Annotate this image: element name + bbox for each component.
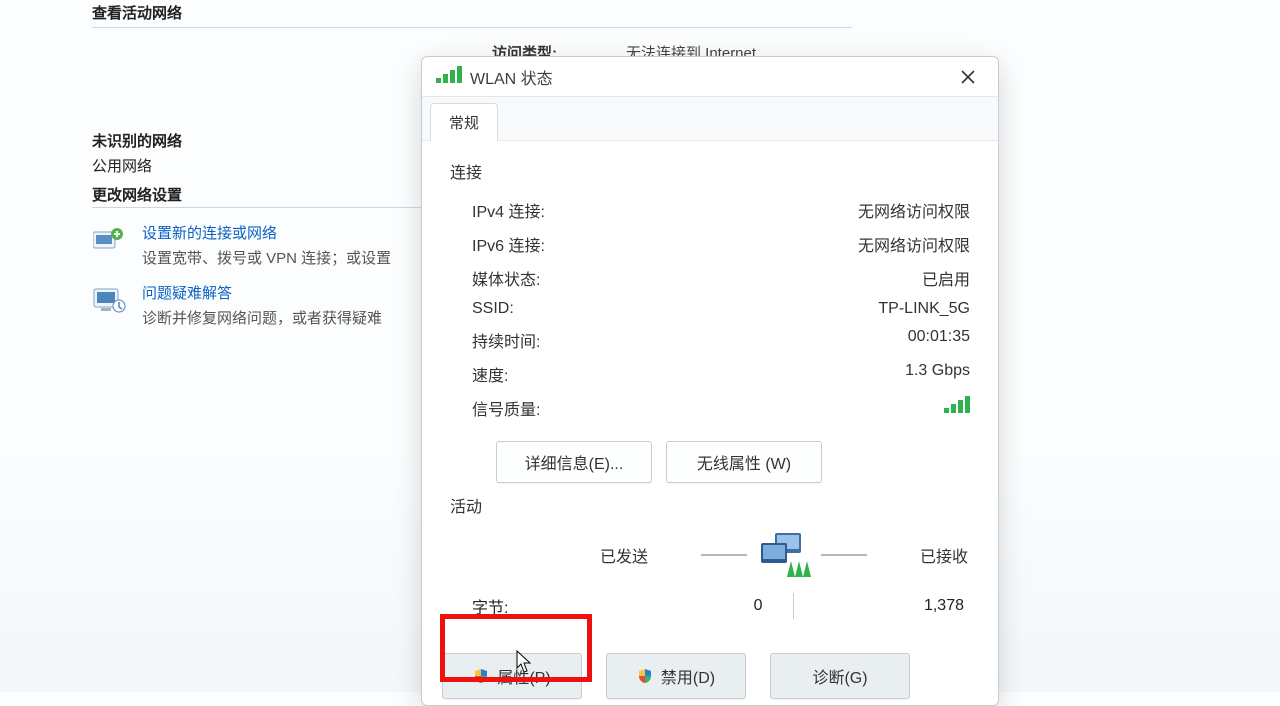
close-button[interactable] bbox=[948, 61, 988, 93]
wireless-properties-button[interactable]: 无线属性 (W) bbox=[666, 441, 822, 483]
shield-icon bbox=[473, 668, 489, 684]
activity-icon bbox=[701, 533, 867, 577]
details-button[interactable]: 详细信息(E)... bbox=[496, 441, 652, 483]
wifi-icon bbox=[436, 66, 462, 87]
properties-button[interactable]: 属性(P) bbox=[442, 653, 582, 699]
duration-value: 00:01:35 bbox=[908, 328, 970, 352]
ipv4-label: IPv4 连接: bbox=[472, 198, 545, 222]
troubleshoot-icon bbox=[92, 282, 128, 318]
disable-button[interactable]: 禁用(D) bbox=[606, 653, 746, 699]
duration-label: 持续时间: bbox=[472, 328, 540, 352]
new-connection-desc: 设置宽带、拨号或 VPN 连接；或设置 bbox=[142, 247, 391, 268]
signal-quality-value bbox=[944, 396, 970, 420]
activity-recv-label: 已接收 bbox=[920, 543, 968, 567]
new-connection-link[interactable]: 设置新的连接或网络 bbox=[142, 222, 391, 243]
ipv6-value: 无网络访问权限 bbox=[858, 232, 970, 256]
cursor-icon bbox=[516, 650, 534, 674]
bytes-recv-value: 1,378 bbox=[794, 597, 969, 615]
speed-label: 速度: bbox=[472, 362, 508, 386]
diagnose-button-label: 诊断(G) bbox=[812, 664, 867, 688]
troubleshoot-desc: 诊断并修复网络问题，或者获得疑难 bbox=[142, 307, 382, 328]
media-state-value: 已启用 bbox=[922, 266, 970, 290]
activity-sent-label: 已发送 bbox=[600, 543, 648, 567]
diagnose-button[interactable]: 诊断(G) bbox=[770, 653, 910, 699]
dialog-footer: 属性(P) 禁用(D) 诊断(G) bbox=[422, 645, 998, 705]
speed-value: 1.3 Gbps bbox=[905, 362, 970, 386]
bytes-label: 字节: bbox=[472, 594, 592, 618]
tab-general[interactable]: 常规 bbox=[430, 103, 498, 141]
ssid-label: SSID: bbox=[472, 300, 514, 318]
divider bbox=[92, 27, 852, 28]
dialog-title: WLAN 状态 bbox=[470, 65, 948, 89]
ipv4-value: 无网络访问权限 bbox=[858, 198, 970, 222]
new-connection-icon bbox=[92, 222, 128, 258]
media-state-label: 媒体状态: bbox=[472, 266, 540, 290]
tab-strip: 常规 bbox=[422, 97, 998, 141]
wlan-status-dialog: WLAN 状态 常规 连接 IPv4 连接: 无网络访问权限 IPv6 连接: 无网… bbox=[421, 56, 999, 706]
ipv6-label: IPv6 连接: bbox=[472, 232, 545, 256]
ssid-value: TP-LINK_5G bbox=[878, 300, 970, 318]
shield-icon bbox=[637, 668, 653, 684]
section-connection: 连接 bbox=[450, 159, 974, 183]
signal-quality-label: 信号质量: bbox=[472, 396, 540, 420]
view-active-networks-header: 查看活动网络 bbox=[92, 2, 852, 23]
bytes-sent-value: 0 bbox=[592, 597, 793, 615]
troubleshoot-link[interactable]: 问题疑难解答 bbox=[142, 282, 382, 303]
section-activity: 活动 bbox=[450, 493, 974, 517]
disable-button-label: 禁用(D) bbox=[661, 664, 715, 688]
dialog-titlebar[interactable]: WLAN 状态 bbox=[422, 57, 998, 97]
